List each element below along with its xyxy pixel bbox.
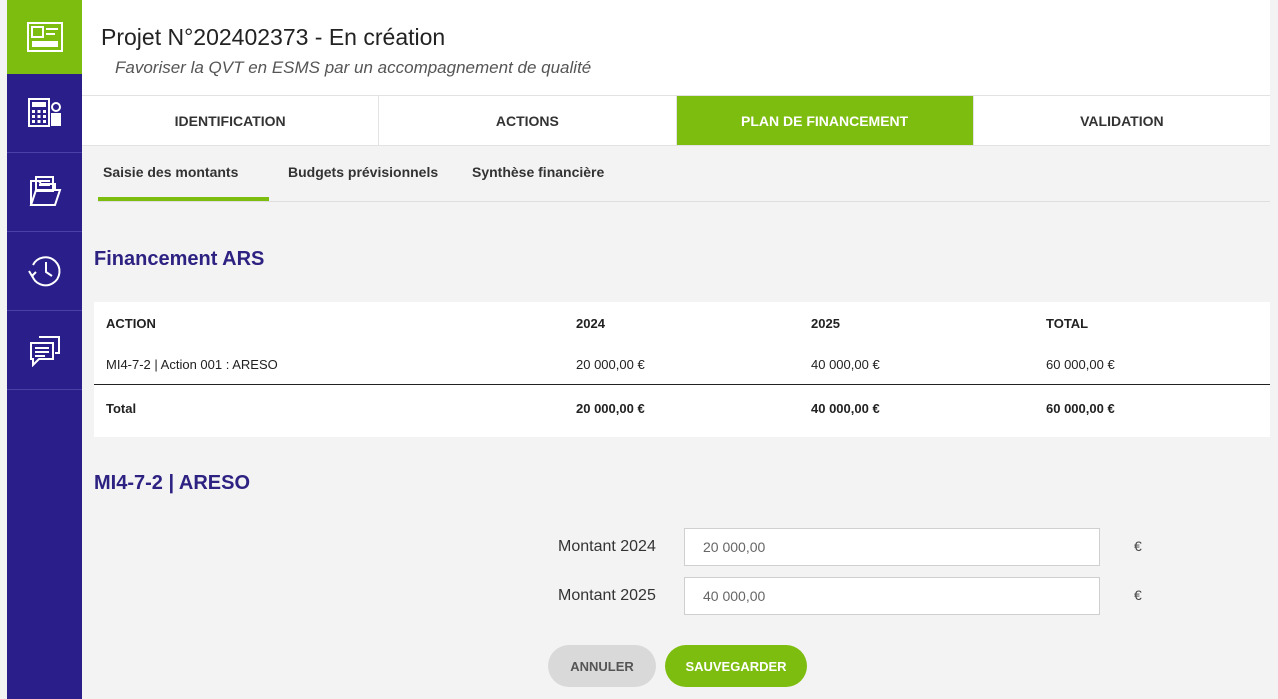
- cancel-button[interactable]: ANNULER: [548, 645, 656, 687]
- table-header-row: ACTION 2024 2025 TOTAL: [94, 304, 1270, 344]
- sidebar-item-documents[interactable]: [7, 153, 82, 232]
- table-total-row: Total 20 000,00 € 40 000,00 € 60 000,00 …: [94, 389, 1270, 429]
- page-title: Projet N°202402373 - En création: [101, 24, 446, 50]
- calculator-user-icon: [27, 98, 61, 127]
- main-tabs: IDENTIFICATION ACTIONS PLAN DE FINANCEME…: [82, 95, 1270, 146]
- column-header: 2024: [576, 316, 605, 331]
- history-clock-icon: [27, 256, 60, 287]
- table-cell: 20 000,00 €: [576, 401, 645, 416]
- folder-document-icon: [29, 176, 61, 206]
- sidebar: [7, 0, 82, 699]
- subtab-saisie-des-montants[interactable]: Saisie des montants: [103, 164, 238, 180]
- tab-actions[interactable]: ACTIONS: [379, 96, 677, 145]
- euro-unit: €: [1134, 587, 1142, 603]
- financement-title: Financement ARS: [94, 248, 265, 270]
- chat-bubbles-icon: [29, 336, 60, 367]
- action-form-title: MI4-7-2 | ARESO: [94, 472, 250, 494]
- financement-table: ACTION 2024 2025 TOTAL MI4-7-2 | Action …: [94, 302, 1270, 437]
- page-header: Projet N°202402373 - En création Favoris…: [82, 0, 1270, 95]
- montant-2025-input[interactable]: 40 000,00: [684, 577, 1100, 615]
- id-card-icon: [26, 22, 63, 52]
- column-header: ACTION: [106, 316, 156, 331]
- tab-plan-de-financement[interactable]: PLAN DE FINANCEMENT: [676, 96, 974, 145]
- table-cell: 20 000,00 €: [576, 357, 645, 372]
- sub-tabs: Saisie des montants Budgets prévisionnel…: [98, 146, 1270, 202]
- column-header: 2025: [811, 316, 840, 331]
- table-cell: MI4-7-2 | Action 001 : ARESO: [106, 357, 278, 372]
- montant-2024-label: Montant 2024: [558, 538, 656, 555]
- table-cell: Total: [106, 401, 137, 416]
- subtab-budgets-previsionnels[interactable]: Budgets prévisionnels: [288, 164, 438, 180]
- active-subtab-indicator: [98, 197, 269, 201]
- sidebar-item-messages[interactable]: [7, 311, 82, 390]
- tab-validation[interactable]: VALIDATION: [974, 96, 1270, 145]
- sidebar-item-budget[interactable]: [7, 74, 82, 153]
- table-row: MI4-7-2 | Action 001 : ARESO 20 000,00 €…: [94, 345, 1270, 385]
- table-cell: 60 000,00 €: [1046, 401, 1115, 416]
- table-cell: 40 000,00 €: [811, 401, 880, 416]
- column-header: TOTAL: [1046, 316, 1089, 331]
- subtab-synthese-financiere[interactable]: Synthèse financière: [472, 164, 604, 180]
- euro-unit: €: [1134, 538, 1142, 554]
- table-cell: 40 000,00 €: [811, 357, 880, 372]
- table-cell: 60 000,00 €: [1046, 357, 1115, 372]
- sidebar-item-history[interactable]: [7, 232, 82, 311]
- montant-2025-label: Montant 2025: [558, 587, 656, 604]
- page-subtitle: Favoriser la QVT en ESMS par un accompag…: [115, 58, 592, 77]
- tab-identification[interactable]: IDENTIFICATION: [82, 96, 380, 145]
- save-button[interactable]: SAUVEGARDER: [665, 645, 807, 687]
- montant-2024-input[interactable]: 20 000,00: [684, 528, 1100, 566]
- sidebar-item-project[interactable]: [7, 0, 82, 74]
